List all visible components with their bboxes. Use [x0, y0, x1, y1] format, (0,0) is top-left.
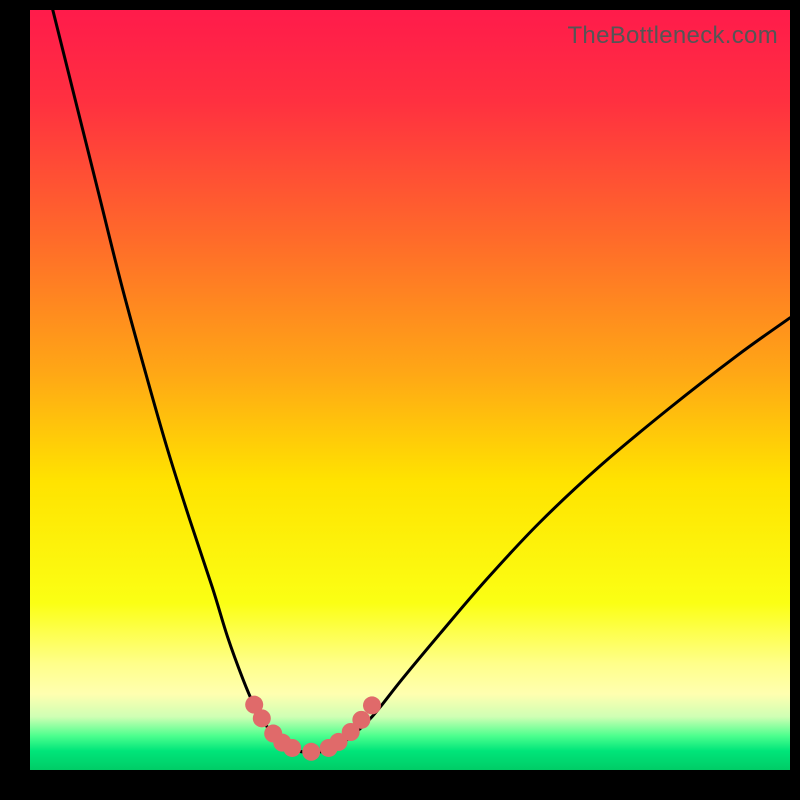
marker-point: [352, 711, 370, 729]
marker-point: [283, 739, 301, 757]
watermark-text: TheBottleneck.com: [567, 22, 778, 50]
marker-point: [253, 709, 271, 727]
chart-frame: TheBottleneck.com: [0, 0, 800, 800]
plot-area: TheBottleneck.com: [30, 10, 790, 770]
chart-svg: [30, 10, 790, 770]
marker-point: [302, 743, 320, 761]
marker-point: [363, 696, 381, 714]
chart-background: [30, 10, 790, 770]
